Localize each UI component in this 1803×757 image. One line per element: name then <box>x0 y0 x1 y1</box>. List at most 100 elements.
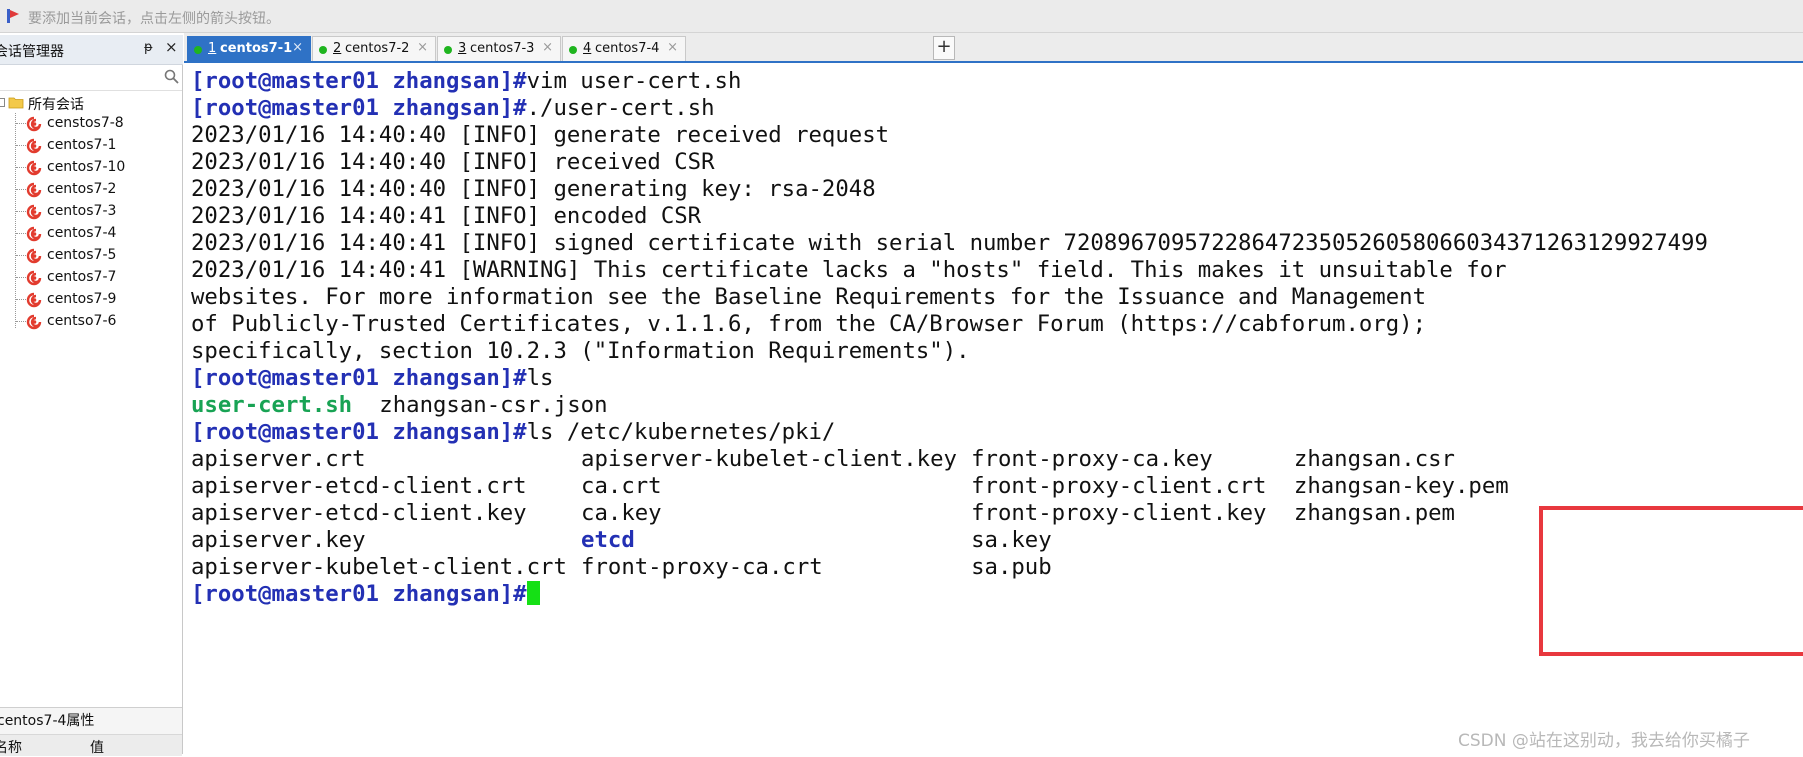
file-name: zhangsan.csr <box>1293 446 1455 472</box>
output-line: of Publicly-Trusted Certificates, v.1.1.… <box>191 311 1426 338</box>
tab-label: centos7-1 <box>220 41 293 56</box>
arrow-flag-icon[interactable] <box>6 8 20 24</box>
session-item[interactable]: centso7-6 <box>0 311 183 333</box>
session-item[interactable]: centos7-2 <box>0 179 183 201</box>
output-line: 2023/01/16 14:40:40 [INFO] generating ke… <box>191 176 876 203</box>
pin-icon[interactable]: ᵽ <box>144 40 153 55</box>
output-line: user-cert.sh zhangsan-csr.json <box>191 392 608 419</box>
tree-root-all-sessions[interactable]: 所有会话 <box>0 93 183 113</box>
session-manager-header: 会话管理器 ᵽ × <box>0 35 183 65</box>
command-text: vim user-cert.sh <box>526 68 742 94</box>
tab-close-icon[interactable]: × <box>417 40 428 55</box>
column-name-header[interactable]: 名称 <box>0 737 22 757</box>
session-label: centos7-10 <box>47 159 126 175</box>
session-item[interactable]: censtos7-8 <box>0 113 183 135</box>
command-text: ls <box>526 365 554 391</box>
session-icon <box>26 314 42 330</box>
tree-connector <box>16 255 26 256</box>
tab-close-icon[interactable]: × <box>667 40 678 55</box>
tree-connector <box>16 321 26 322</box>
output-line: 2023/01/16 14:40:40 [INFO] received CSR <box>191 149 715 176</box>
connected-status-icon <box>444 46 452 54</box>
command-line: [root@master01 zhangsan]#./user-cert.sh <box>191 95 715 122</box>
properties-panel: centos7-4属性 名称 值 <box>0 707 182 757</box>
session-tab-bar: + 1 centos7-1 × 2 centos7-2 × 3 centos7-3 × 4 cent… <box>184 33 1803 63</box>
watermark: CSDN @站在这别动，我去给你买橘子 <box>1458 731 1750 751</box>
shell-prompt: [root@master01 zhangsan]# <box>191 581 527 607</box>
session-icon <box>26 182 42 198</box>
file-name: sa.pub <box>971 554 1052 580</box>
session-label: censtos7-8 <box>47 115 124 131</box>
hint-text: 要添加当前会话，点击左侧的箭头按钮。 <box>28 11 280 27</box>
command-line: [root@master01 zhangsan]#ls <box>191 365 553 392</box>
session-icon <box>26 270 42 286</box>
command-line: [root@master01 zhangsan]#ls /etc/kuberne… <box>191 419 835 446</box>
output-text: websites. For more information see the B… <box>191 284 1426 310</box>
tab-label: centos7-2 <box>345 41 410 56</box>
output-line: 2023/01/16 14:40:40 [INFO] generate rece… <box>191 122 889 149</box>
session-manager-title: 会话管理器 <box>0 44 64 60</box>
session-tab[interactable]: 4 centos7-4 × <box>562 36 686 61</box>
session-item[interactable]: centos7-7 <box>0 267 183 289</box>
collapse-icon[interactable] <box>0 98 5 107</box>
session-icon <box>26 160 42 176</box>
tree-connector <box>16 233 26 234</box>
tab-label: centos7-3 <box>470 41 535 56</box>
tab-number: 3 <box>458 41 467 56</box>
tab-number: 2 <box>333 41 342 56</box>
session-item[interactable]: centos7-3 <box>0 201 183 223</box>
session-label: centos7-2 <box>47 181 117 197</box>
output-line: specifically, section 10.2.3 ("Informati… <box>191 338 970 365</box>
terminal-cursor <box>526 581 540 605</box>
output-text: 2023/01/16 14:40:40 [INFO] generating ke… <box>191 176 876 202</box>
file-name: zhangsan.pem <box>1293 500 1455 526</box>
tab-close-icon[interactable]: × <box>542 40 553 55</box>
file-name: apiserver.crt <box>191 446 366 472</box>
session-item[interactable]: centos7-4 <box>0 223 183 245</box>
file-name: zhangsan-csr.json <box>379 392 608 418</box>
output-line: 2023/01/16 14:40:41 [WARNING] This certi… <box>191 257 1507 284</box>
session-item[interactable]: centos7-1 <box>0 135 183 157</box>
session-item[interactable]: centos7-10 <box>0 157 183 179</box>
session-tab[interactable]: 3 centos7-3 × <box>437 36 561 61</box>
file-name: sa.key <box>971 527 1052 553</box>
shell-prompt: [root@master01 zhangsan]# <box>191 419 527 445</box>
folder-icon <box>8 97 24 109</box>
tab-number: 1 <box>208 41 217 56</box>
output-text: 2023/01/16 14:40:41 [WARNING] This certi… <box>191 257 1507 283</box>
search-icon[interactable] <box>164 69 179 84</box>
column-value-header[interactable]: 值 <box>90 737 104 757</box>
session-label: centos7-5 <box>47 247 117 263</box>
command-text: ls /etc/kubernetes/pki/ <box>526 419 836 445</box>
session-search-bar[interactable] <box>0 65 182 91</box>
file-name: ca.key <box>581 500 662 526</box>
command-line: [root@master01 zhangsan]# <box>191 581 540 608</box>
output-line: 2023/01/16 14:40:41 [INFO] signed certif… <box>191 230 1708 257</box>
command-text: ./user-cert.sh <box>526 95 715 121</box>
session-tab[interactable]: 1 centos7-1 × <box>187 36 311 62</box>
properties-title: centos7-4属性 <box>0 713 95 729</box>
session-label: centos7-4 <box>47 225 117 241</box>
file-name: apiserver-etcd-client.crt <box>191 473 527 499</box>
session-icon <box>26 226 42 242</box>
session-item[interactable]: centos7-9 <box>0 289 183 311</box>
output-line: websites. For more information see the B… <box>191 284 1426 311</box>
close-icon[interactable]: × <box>165 38 178 56</box>
session-tab[interactable]: 2 centos7-2 × <box>312 36 436 61</box>
output-line: 2023/01/16 14:40:41 [INFO] encoded CSR <box>191 203 701 230</box>
output-text: of Publicly-Trusted Certificates, v.1.1.… <box>191 311 1426 337</box>
add-tab-button[interactable]: + <box>933 36 955 60</box>
shell-prompt: [root@master01 zhangsan]# <box>191 68 527 94</box>
tab-label: centos7-4 <box>595 41 660 56</box>
output-text: specifically, section 10.2.3 ("Informati… <box>191 338 970 364</box>
session-icon <box>26 292 42 308</box>
command-line: [root@master01 zhangsan]#vim user-cert.s… <box>191 68 741 95</box>
file-name: front-proxy-client.crt <box>971 473 1267 499</box>
session-item[interactable]: centos7-5 <box>0 245 183 267</box>
terminal-view[interactable]: [root@master01 zhangsan]#vim user-cert.s… <box>186 65 1803 754</box>
tab-close-icon[interactable]: × <box>292 40 303 55</box>
tree-connector <box>16 145 26 146</box>
shell-prompt: [root@master01 zhangsan]# <box>191 365 527 391</box>
tree-connector <box>16 277 26 278</box>
tree-connector <box>16 211 26 212</box>
